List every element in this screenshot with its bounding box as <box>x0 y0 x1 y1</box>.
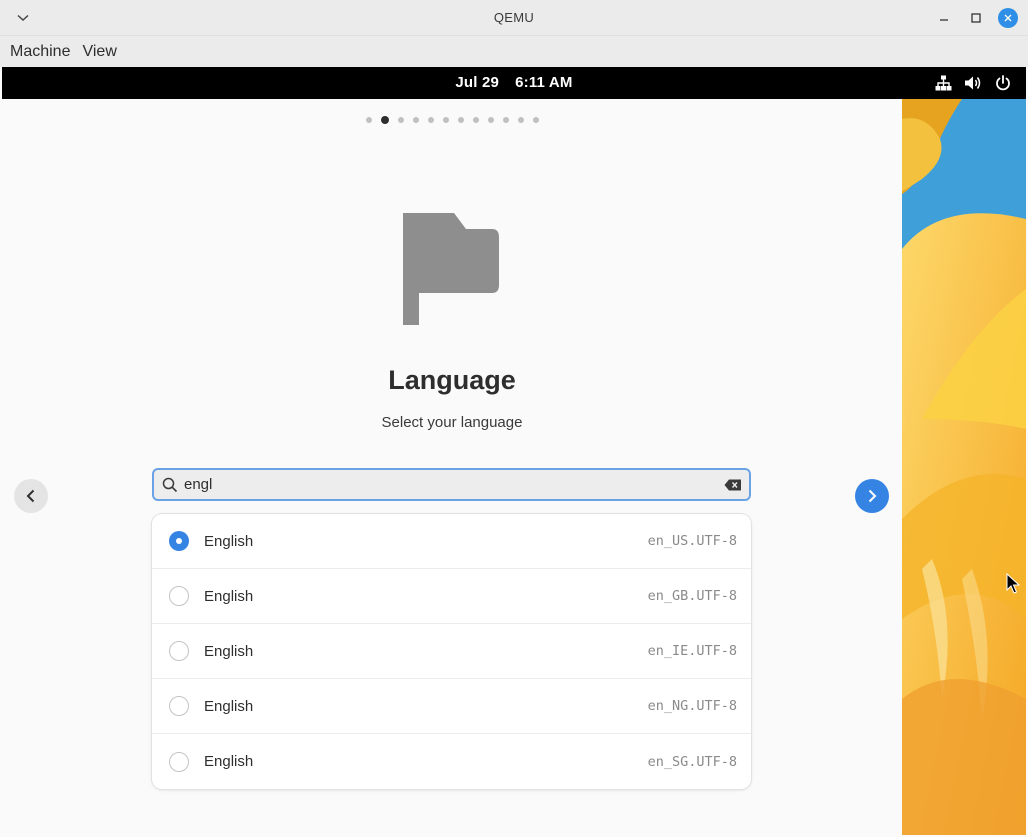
page-dot <box>457 117 464 123</box>
radio-button[interactable] <box>169 641 189 661</box>
page-dot <box>517 117 524 123</box>
page-dot <box>412 117 419 123</box>
volume-icon <box>964 74 982 92</box>
page-subtitle: Select your language <box>381 414 523 431</box>
radio-button[interactable] <box>169 751 189 772</box>
next-button[interactable] <box>855 479 889 513</box>
clock-date: Jul 29 <box>455 74 500 91</box>
language-name: English <box>204 753 254 770</box>
flag-icon <box>402 211 502 325</box>
back-button[interactable] <box>14 479 48 513</box>
language-name: English <box>204 532 254 550</box>
system-status-area[interactable] <box>934 74 1012 92</box>
locale-code: en_US.UTF-8 <box>647 533 737 549</box>
search-icon <box>162 477 178 493</box>
language-name: English <box>204 587 254 605</box>
window-title: QEMU <box>493 10 535 25</box>
locale-code: en_SG.UTF-8 <box>647 753 737 770</box>
network-icon <box>934 74 952 92</box>
maximize-button[interactable] <box>966 8 986 28</box>
language-name: English <box>204 642 254 660</box>
page-dot <box>365 117 372 123</box>
language-row[interactable]: English en_NG.UTF-8 <box>152 679 751 734</box>
radio-button[interactable] <box>169 586 189 606</box>
page-dot <box>397 117 404 123</box>
desktop-wallpaper <box>902 99 1026 835</box>
page-dot-active <box>380 116 389 124</box>
window-titlebar: QEMU <box>0 0 1028 36</box>
guest-topbar: Jul 29 6:11 AM <box>2 67 1026 99</box>
clock-time: 6:11 AM <box>515 74 573 91</box>
radio-button[interactable] <box>169 696 189 716</box>
close-button[interactable] <box>998 8 1018 28</box>
language-name: English <box>204 697 254 715</box>
menu-machine[interactable]: Machine <box>4 36 76 67</box>
locale-code: en_IE.UTF-8 <box>647 643 737 659</box>
locale-code: en_NG.UTF-8 <box>647 698 737 714</box>
initial-setup-page: Language Select your language English en_… <box>2 99 902 835</box>
page-dot <box>442 117 449 123</box>
menu-view[interactable]: View <box>76 36 122 67</box>
radio-button[interactable] <box>169 531 189 551</box>
page-dot <box>472 117 479 123</box>
language-row[interactable]: English en_IE.UTF-8 <box>152 624 751 679</box>
page-indicator <box>2 116 902 124</box>
page-title: Language <box>388 365 516 395</box>
language-row[interactable]: English en_GB.UTF-8 <box>152 569 751 624</box>
page-dot <box>487 117 494 123</box>
page-dot <box>502 117 509 123</box>
clock[interactable]: Jul 29 6:11 AM <box>2 74 1026 91</box>
clear-search-icon[interactable] <box>723 477 743 493</box>
language-row[interactable]: English en_US.UTF-8 <box>152 514 751 569</box>
chevron-left-icon <box>26 489 35 503</box>
power-icon <box>994 74 1012 92</box>
locale-code: en_GB.UTF-8 <box>647 588 737 604</box>
language-row[interactable]: English en_SG.UTF-8 <box>152 734 751 789</box>
minimize-button[interactable] <box>934 8 954 28</box>
language-search[interactable] <box>152 468 751 501</box>
page-dot <box>427 117 434 123</box>
search-input[interactable] <box>184 470 723 499</box>
chevron-right-icon <box>868 489 877 503</box>
language-list: English en_US.UTF-8 English en_GB.UTF-8 Engl… <box>152 514 751 789</box>
mouse-cursor-icon <box>1006 572 1021 595</box>
page-dot <box>532 117 539 123</box>
menubar: Machine View <box>0 36 1028 67</box>
